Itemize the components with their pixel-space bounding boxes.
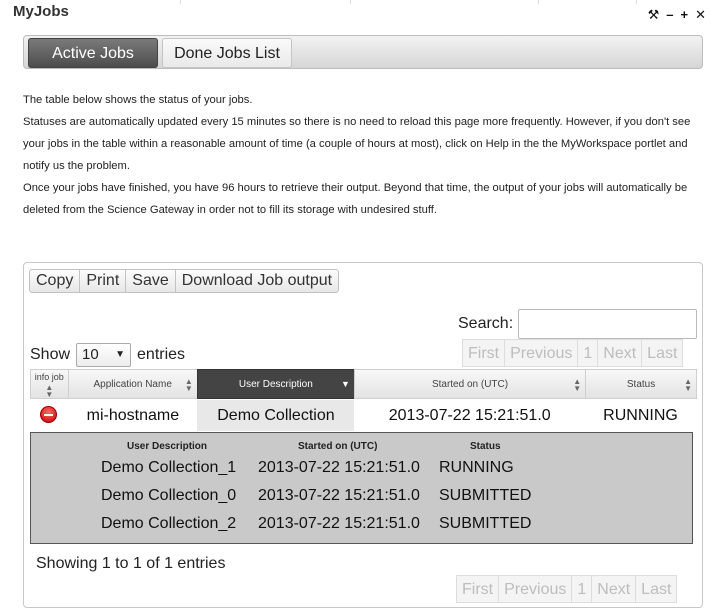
sub-cell-started-on: 2013-07-22 15:21:51.0 bbox=[258, 487, 420, 504]
first-page-button[interactable]: First bbox=[462, 339, 506, 367]
pagination-top: First Previous 1 Next Last bbox=[462, 339, 684, 367]
window-controls: ⚒ – + ✕ bbox=[648, 8, 706, 22]
sub-cell-status: RUNNING bbox=[439, 459, 514, 476]
next-page-button[interactable]: Next bbox=[597, 339, 643, 367]
next-page-button[interactable]: Next bbox=[591, 575, 637, 603]
print-button[interactable]: Print bbox=[79, 269, 127, 293]
cell-application-name: mi-hostname bbox=[86, 407, 180, 424]
column-user-description[interactable]: User Description ▼ bbox=[196, 369, 355, 399]
wrench-icon[interactable]: ⚒ bbox=[648, 8, 660, 22]
collapse-row-icon[interactable] bbox=[40, 406, 57, 423]
sub-header-user-description: User Description bbox=[127, 441, 208, 452]
sub-cell-user-description: Demo Collection_2 bbox=[101, 515, 237, 532]
column-user-description-label: User Description bbox=[238, 378, 313, 390]
table-toolbar: Copy Print Save Download Job output bbox=[29, 269, 340, 293]
table-row: mi-hostname Demo Collection 2013-07-22 1… bbox=[30, 400, 696, 431]
tab-active-jobs[interactable]: Active Jobs List bbox=[28, 38, 158, 92]
minimize-icon[interactable]: – bbox=[666, 8, 673, 22]
description-line-3: Once your jobs have finished, you have 9… bbox=[23, 182, 688, 216]
column-application-name[interactable]: Application Name ▲ ▼ bbox=[67, 369, 198, 399]
column-info-job-label: info job bbox=[34, 372, 64, 382]
portlet-title: MyJobs bbox=[13, 3, 69, 20]
sort-desc-icon: ▼ bbox=[340, 379, 350, 389]
download-output-button[interactable]: Download Job output bbox=[174, 269, 340, 293]
search-input[interactable] bbox=[518, 309, 697, 339]
sort-icon: ▲ ▼ bbox=[45, 383, 54, 399]
cell-status: RUNNING bbox=[603, 407, 678, 424]
sort-icon: ▲ ▼ bbox=[573, 377, 582, 393]
page-length: Show 10 ▼ entries bbox=[30, 343, 185, 367]
description-line-2: Statuses are automatically updated every… bbox=[23, 116, 691, 172]
sub-header-started-on: Started on (UTC) bbox=[298, 441, 378, 452]
save-button[interactable]: Save bbox=[125, 269, 176, 293]
sub-cell-started-on: 2013-07-22 15:21:51.0 bbox=[258, 459, 420, 476]
first-page-button[interactable]: First bbox=[456, 575, 500, 603]
column-status-label: Status bbox=[626, 378, 656, 390]
close-icon[interactable]: ✕ bbox=[695, 8, 706, 22]
show-label: Show bbox=[30, 346, 71, 363]
search-label: Search: bbox=[458, 315, 514, 332]
sub-cell-user-description: Demo Collection_0 bbox=[101, 487, 237, 504]
table-header: info job ▲ ▼ Application Name ▲ ▼ User Des… bbox=[30, 369, 697, 399]
cell-started-on: 2013-07-22 15:21:51.0 bbox=[388, 407, 551, 424]
entries-label: entries bbox=[137, 346, 186, 363]
chevron-down-icon: ▼ bbox=[115, 349, 126, 360]
last-page-button[interactable]: Last bbox=[635, 575, 678, 603]
tab-bar: Active Jobs List Done Jobs List bbox=[23, 35, 703, 92]
pagination-bottom: First Previous 1 Next Last bbox=[456, 575, 678, 603]
sort-icon: ▲ ▼ bbox=[184, 377, 193, 393]
column-application-name-label: Application Name bbox=[93, 378, 172, 390]
last-page-button[interactable]: Last bbox=[641, 339, 684, 367]
previous-page-button[interactable]: Previous bbox=[498, 575, 573, 603]
sub-header-status: Status bbox=[470, 441, 501, 452]
page-1-button[interactable]: 1 bbox=[577, 339, 599, 367]
description-line-1: The table below shows the status of your… bbox=[23, 94, 253, 106]
sub-cell-status: SUBMITTED bbox=[439, 515, 532, 532]
description: The table below shows the status of your… bbox=[23, 89, 707, 221]
cell-user-description: Demo Collection bbox=[197, 400, 355, 431]
copy-button[interactable]: Copy bbox=[29, 269, 81, 293]
page-length-value: 10 bbox=[82, 346, 99, 363]
sort-icon: ▲ ▼ bbox=[684, 377, 692, 393]
page-length-select[interactable]: 10 ▼ bbox=[76, 343, 132, 367]
column-started-on[interactable]: Started on (UTC) ▲ ▼ bbox=[353, 369, 587, 399]
tab-done-jobs[interactable]: Done Jobs List bbox=[162, 38, 292, 68]
maximize-icon[interactable]: + bbox=[681, 8, 689, 22]
column-status[interactable]: Status ▲ ▼ bbox=[585, 369, 697, 399]
top-divider bbox=[0, 0, 714, 4]
sub-cell-user-description: Demo Collection_1 bbox=[101, 459, 237, 476]
previous-page-button[interactable]: Previous bbox=[504, 339, 579, 367]
sub-cell-status: SUBMITTED bbox=[439, 487, 532, 504]
sub-cell-started-on: 2013-07-22 15:21:51.0 bbox=[258, 515, 420, 532]
row-details-toggle[interactable] bbox=[30, 400, 68, 431]
jobs-table-panel: Copy Print Save Download Job output Sear… bbox=[23, 262, 703, 608]
sub-row: Demo Collection_0 2013-07-22 15:21:51.0 … bbox=[31, 485, 692, 513]
table-info: Showing 1 to 1 of 1 entries bbox=[36, 555, 226, 572]
page-1-button[interactable]: 1 bbox=[571, 575, 593, 603]
column-info-job[interactable]: info job ▲ ▼ bbox=[30, 369, 69, 399]
sub-row: Demo Collection_2 2013-07-22 15:21:51.0 … bbox=[31, 513, 692, 541]
sub-row: Demo Collection_1 2013-07-22 15:21:51.0 … bbox=[31, 457, 692, 485]
column-started-on-label: Started on (UTC) bbox=[431, 378, 509, 390]
job-details-subtable: User Description Started on (UTC) Status… bbox=[30, 432, 693, 544]
